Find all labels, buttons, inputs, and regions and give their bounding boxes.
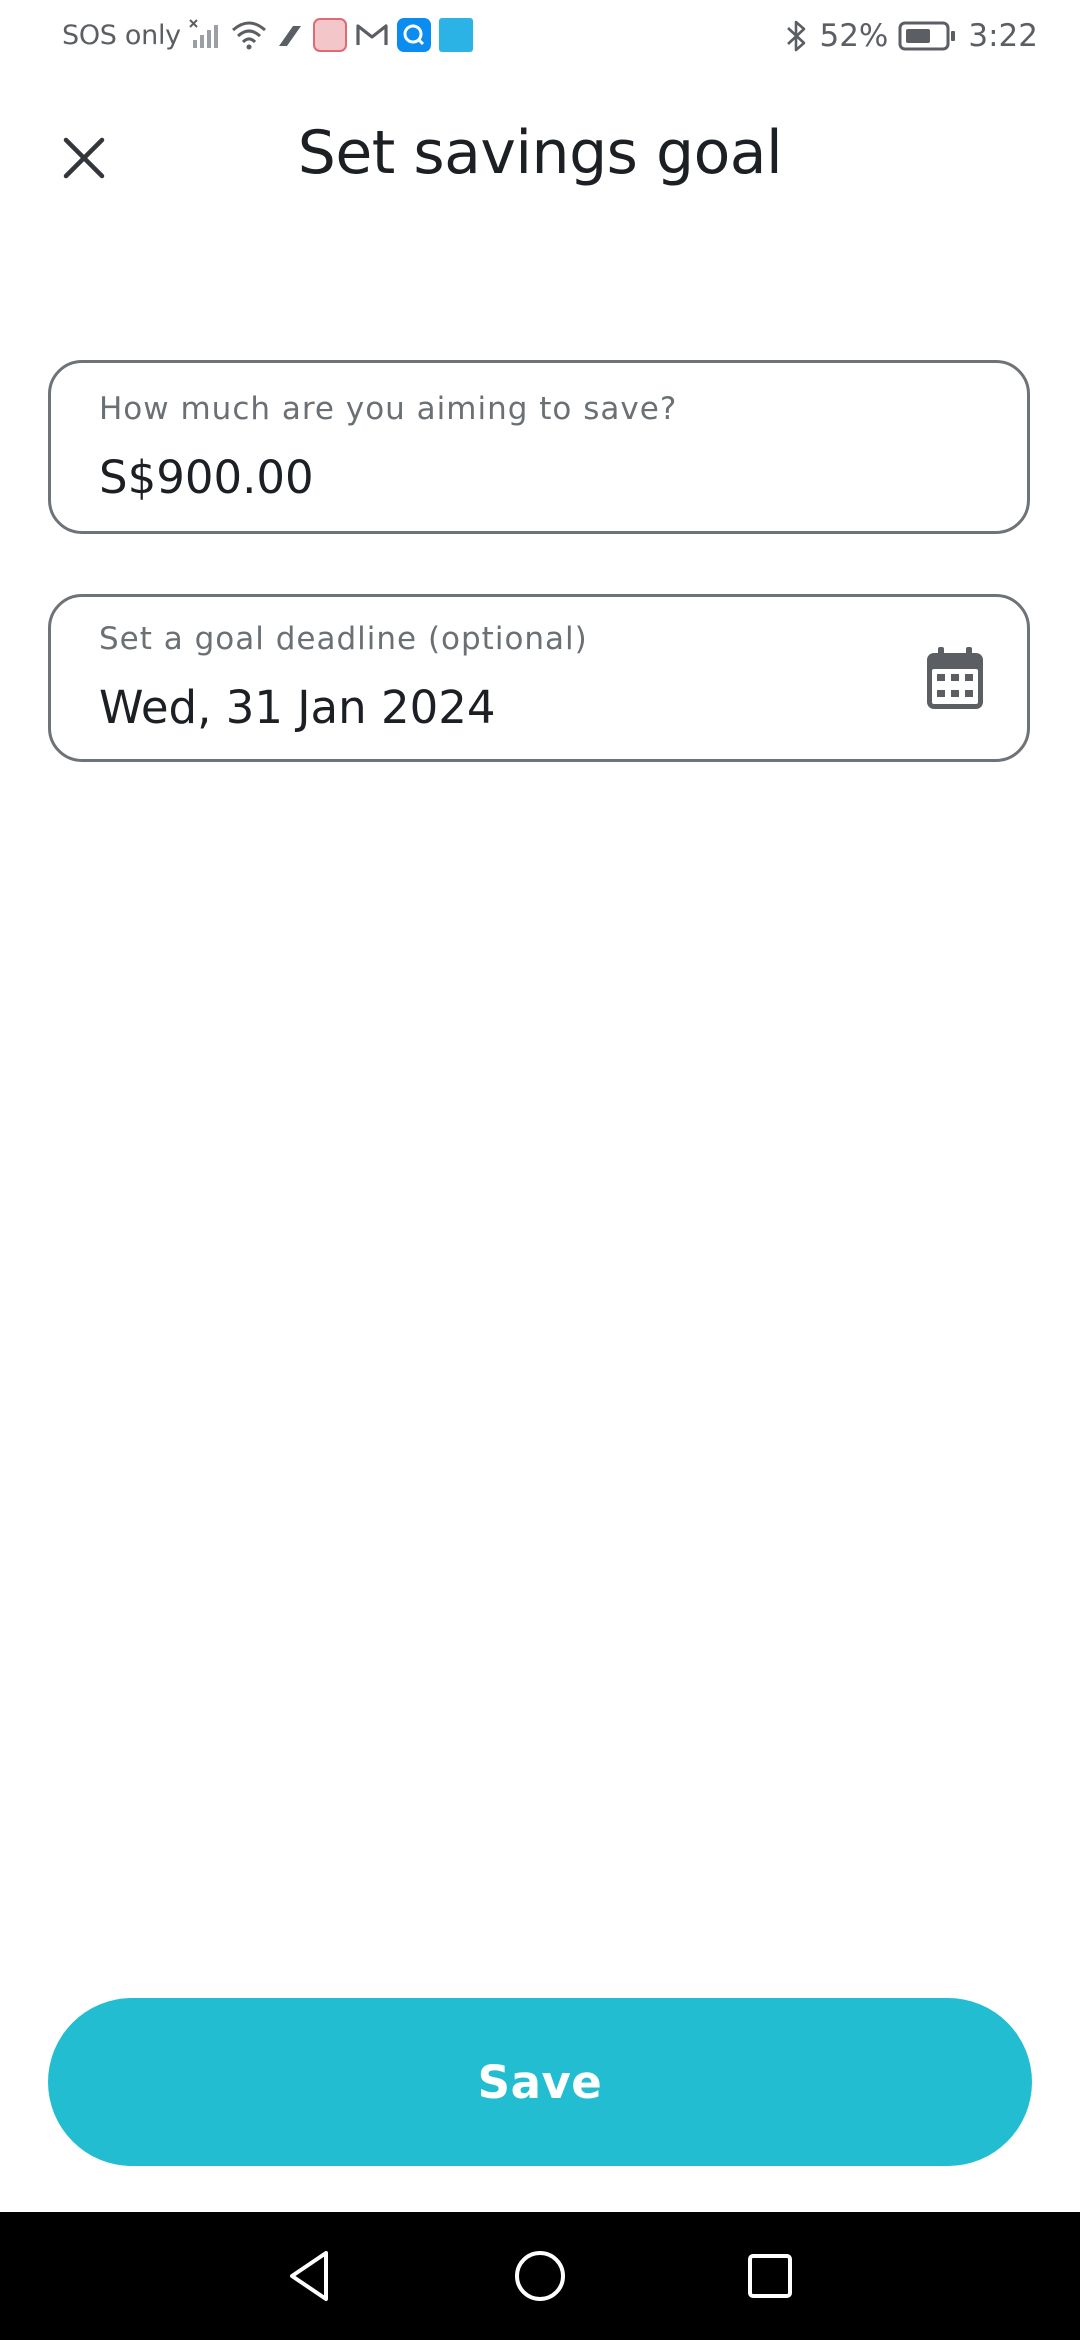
- savings-amount-field[interactable]: How much are you aiming to save?: [48, 360, 1030, 534]
- battery-percent: 52%: [819, 18, 889, 54]
- wifi-icon: [231, 21, 266, 50]
- back-triangle-icon: [290, 2251, 328, 2301]
- goal-deadline-field[interactable]: Set a goal deadline (optional) Wed, 31 J…: [48, 594, 1030, 762]
- search-app-icon: [396, 18, 431, 52]
- calendar-icon[interactable]: [925, 647, 985, 711]
- app-icon: [438, 18, 473, 52]
- carrier-text: SOS only: [62, 19, 181, 51]
- recents-square-icon: [748, 2254, 792, 2298]
- signal-icon: [189, 19, 218, 48]
- navigation-bar: [0, 2212, 1080, 2340]
- home-button[interactable]: [470, 2212, 610, 2340]
- goal-deadline-label: Set a goal deadline (optional): [99, 621, 588, 657]
- status-bar: SOS only 52% 3:22: [0, 0, 1080, 76]
- status-right: 52% 3:22: [785, 18, 1038, 54]
- clock: 3:22: [968, 18, 1038, 54]
- recents-button[interactable]: [700, 2212, 840, 2340]
- back-button[interactable]: [240, 2212, 380, 2340]
- savings-amount-label: How much are you aiming to save?: [99, 391, 678, 427]
- bluetooth-icon: [787, 20, 806, 52]
- battery-icon: [898, 21, 956, 51]
- savings-amount-input[interactable]: [99, 451, 899, 504]
- app-notification-icon: [312, 18, 347, 52]
- gmail-icon: [356, 24, 388, 45]
- save-button[interactable]: Save: [48, 1998, 1032, 2166]
- status-left: SOS only: [62, 18, 473, 52]
- goal-deadline-value[interactable]: Wed, 31 Jan 2024: [99, 681, 899, 734]
- page-title: Set savings goal: [297, 118, 783, 188]
- data-icon: [278, 26, 301, 46]
- home-circle-icon: [515, 2251, 565, 2301]
